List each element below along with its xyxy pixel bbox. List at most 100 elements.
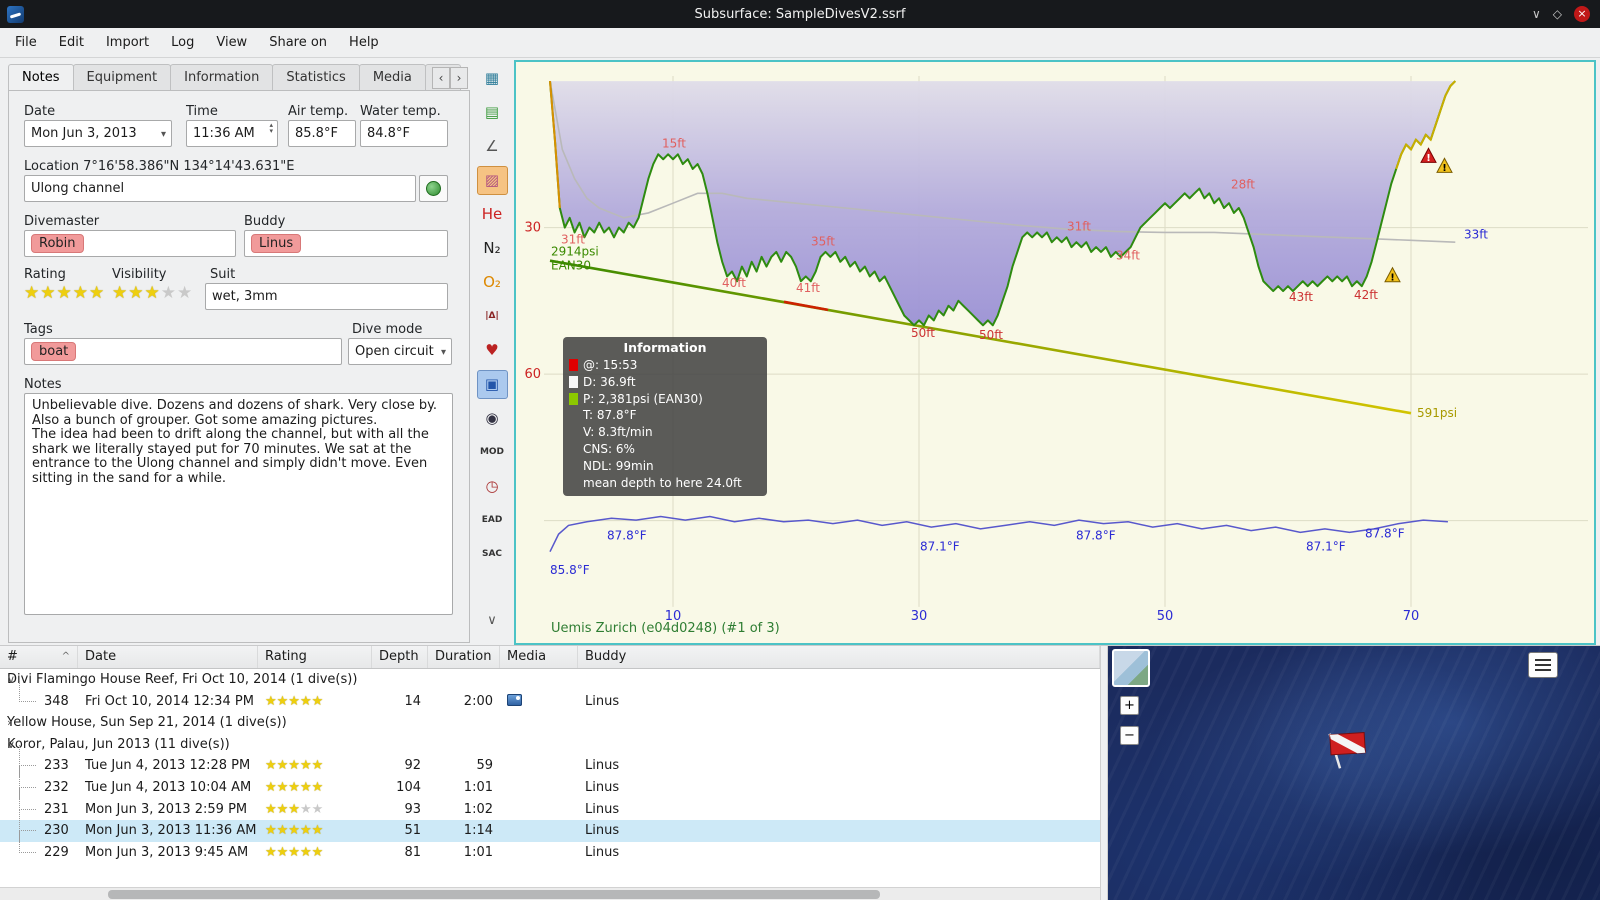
menu-item-share-on[interactable]: Share on	[258, 30, 338, 55]
toolbar-collapse-button[interactable]: ∨	[477, 606, 508, 635]
tab-scroll-left-button[interactable]: ‹	[432, 67, 450, 89]
window-title: Subsurface: SampleDivesV2.ssrf	[694, 6, 906, 22]
close-button[interactable]: ×	[1574, 6, 1590, 22]
y-tick-label: 60	[524, 367, 541, 382]
depth-label: 15ft	[662, 136, 686, 150]
temperature-label: 87.1°F	[1306, 540, 1346, 554]
dive-media	[500, 842, 578, 864]
tab-statistics[interactable]: Statistics	[272, 64, 360, 90]
suit-input[interactable]: wet, 3mm	[205, 283, 448, 310]
expand-arrow-icon[interactable]: ›	[7, 712, 11, 734]
dive-row-231[interactable]: 231 Mon Jun 3, 2013 2:59 PM ★★★★★ 93 1:02 Lin…	[0, 788, 1100, 821]
trip-row[interactable]: ∨ Koror, Palau, Jun 2013 (11 dive(s))	[0, 734, 1100, 756]
dive-media	[500, 777, 578, 799]
temperature-label: 87.8°F	[607, 529, 647, 543]
toolbar-tissues-button[interactable]: |Δ|	[477, 302, 508, 331]
maximize-button[interactable]: ◇	[1553, 6, 1562, 22]
date-field[interactable]: Mon Jun 3, 2013 ▾	[24, 120, 172, 147]
trip-row[interactable]: ∨ Divi Flamingo House Reef, Fri Oct 10, 2…	[0, 669, 1100, 691]
info-box-row: CNS: 6%	[583, 441, 635, 456]
divemaster-tag[interactable]: Robin	[31, 234, 84, 253]
collapse-arrow-icon[interactable]: ∨	[7, 669, 15, 691]
menu-item-log[interactable]: Log	[160, 30, 205, 55]
column-header-date[interactable]: Date	[78, 646, 258, 668]
x-tick-label: 50	[1157, 609, 1174, 624]
toolbar-show-ceiling-button[interactable]: ▨	[476, 166, 508, 195]
dive-media	[500, 691, 578, 713]
toolbar-ndl-button[interactable]: ◷	[477, 472, 508, 501]
map-zoom-out-button[interactable]: −	[1120, 726, 1139, 745]
toolbar-photos-button[interactable]: ▣	[476, 370, 508, 399]
column-header-depth[interactable]: Depth	[372, 646, 428, 668]
column-header-rating[interactable]: Rating	[258, 646, 372, 668]
column-header-duration[interactable]: Duration	[428, 646, 500, 668]
toolbar-dye-button[interactable]: ◉	[477, 404, 508, 433]
tab-scroll-right-button[interactable]: ›	[450, 67, 468, 89]
dive-date: Tue Jun 4, 2013 12:28 PM	[85, 758, 251, 774]
dive-number: 229	[44, 844, 69, 860]
panel-splitter[interactable]	[1100, 646, 1108, 900]
map-zoom-in-button[interactable]: +	[1120, 696, 1139, 715]
toolbar-heart-rate-button[interactable]: ♥	[477, 336, 508, 365]
toolbar-ruler-button[interactable]: ∠	[477, 132, 508, 161]
dive-row-229[interactable]: 229 Mon Jun 3, 2013 9:45 AM ★★★★★ 81 1:01 Lin…	[0, 831, 1100, 864]
toolbar-sac-button[interactable]: SAC	[477, 540, 508, 569]
dive-mode-label: Dive mode	[352, 322, 423, 337]
menu-item-import[interactable]: Import	[95, 30, 160, 55]
divemaster-input[interactable]: Robin	[24, 230, 236, 257]
column-header-number[interactable]: # ^	[0, 646, 78, 668]
horizontal-scrollbar[interactable]	[0, 887, 1100, 900]
minimize-button[interactable]: ∨	[1532, 6, 1541, 22]
column-header-buddy[interactable]: Buddy	[578, 646, 1100, 668]
tab-media[interactable]: Media	[358, 64, 426, 90]
dive-row-348[interactable]: 348 Fri Oct 10, 2014 12:34 PM ★★★★★ 14 2:00 L…	[0, 680, 1100, 713]
toolbar-scale-graph-button[interactable]: ▤	[477, 98, 508, 127]
tab-notes[interactable]: Notes	[8, 64, 74, 90]
menu-item-help[interactable]: Help	[338, 30, 390, 55]
rating-stars[interactable]: ★★★★★	[24, 283, 105, 303]
air-temp-field[interactable]: 85.8°F	[288, 120, 356, 147]
suit-label: Suit	[210, 267, 236, 282]
water-temp-field[interactable]: 84.8°F	[360, 120, 448, 147]
buddy-tag[interactable]: Linus	[251, 234, 302, 253]
trip-label: Yellow House, Sun Sep 21, 2014 (1 dive(s…	[7, 715, 287, 731]
dive-row-233[interactable]: 233 Tue Jun 4, 2013 12:28 PM ★★★★★ 92 59 Linu…	[0, 745, 1100, 777]
menu-item-view[interactable]: View	[205, 30, 258, 55]
dive-number: 231	[44, 801, 69, 817]
toolbar-dive-computer-button[interactable]: ▦	[477, 64, 508, 93]
dive-profile-panel[interactable]: 10 30 50 70 30 60 85.8°F 87.8°F 87.1°F 87.8°F 87.1…	[514, 60, 1596, 645]
depth-area	[550, 81, 1456, 326]
dive-flag-marker[interactable]	[1323, 724, 1375, 772]
dive-row-230[interactable]: 230 Mon Jun 3, 2013 11:36 AM ★★★★★ 51 1:14 Li…	[0, 810, 1100, 842]
map-overview-thumbnail[interactable]	[1112, 649, 1150, 687]
tab-equipment[interactable]: Equipment	[72, 64, 172, 90]
column-header-media[interactable]: Media	[500, 646, 578, 668]
notes-textarea[interactable]: Unbelievable dive. Dozens and dozens of …	[24, 393, 453, 615]
collapse-arrow-icon[interactable]: ∨	[7, 734, 15, 756]
toolbar-nitrogen-button[interactable]: N₂	[477, 234, 508, 263]
menu-item-edit[interactable]: Edit	[48, 30, 95, 55]
tags-input[interactable]: boat	[24, 338, 342, 365]
trip-row[interactable]: › Yellow House, Sun Sep 21, 2014 (1 dive(…	[0, 712, 1100, 734]
time-field[interactable]: 11:36 AM ▴ ▾	[186, 120, 278, 147]
map-panel[interactable]: + −	[1108, 646, 1600, 900]
toolbar-ead-button[interactable]: EAD	[477, 506, 508, 535]
date-label: Date	[24, 104, 56, 119]
toolbar-oxygen-button[interactable]: O₂	[477, 268, 508, 297]
scrollbar-thumb[interactable]	[108, 890, 880, 899]
depth-label: 43ft	[1289, 290, 1313, 304]
buddy-input[interactable]: Linus	[244, 230, 448, 257]
dive-row-232[interactable]: 232 Tue Jun 4, 2013 10:04 AM ★★★★★ 104 1:01 L…	[0, 767, 1100, 799]
map-menu-button[interactable]	[1528, 652, 1558, 678]
tag-pill[interactable]: boat	[31, 342, 77, 361]
toolbar-helium-button[interactable]: He	[477, 200, 508, 229]
map-location-button[interactable]	[419, 175, 448, 202]
location-input[interactable]: Ulong channel	[24, 175, 416, 202]
visibility-stars[interactable]: ★★★★★	[112, 283, 193, 303]
notes-tab-content: Date Mon Jun 3, 2013 ▾ Time 11:36 AM ▴ ▾ Ai…	[8, 90, 470, 643]
menu-item-file[interactable]: File	[4, 30, 48, 55]
tab-information[interactable]: Information	[170, 64, 274, 90]
toolbar-mod-button[interactable]: MOD	[477, 438, 508, 467]
dive-mode-select[interactable]: Open circuit ▾	[348, 338, 452, 365]
titlebar[interactable]: Subsurface: SampleDivesV2.ssrf ∨ ◇ ×	[0, 0, 1600, 28]
